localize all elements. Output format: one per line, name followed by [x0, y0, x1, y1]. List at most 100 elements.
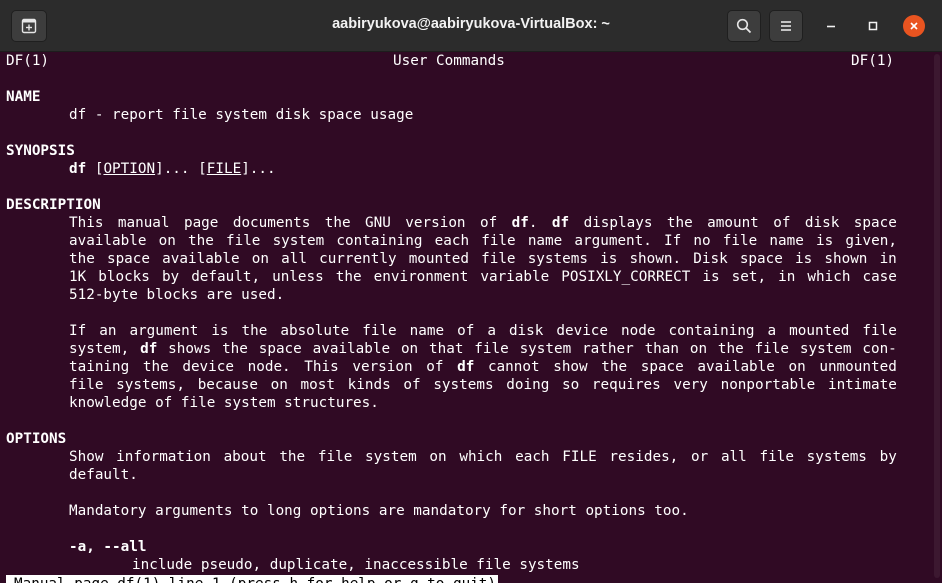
- word: resides,: [609, 449, 679, 465]
- word: or: [691, 449, 709, 465]
- close-button[interactable]: [903, 15, 925, 37]
- word: the: [666, 215, 693, 231]
- word: information: [116, 449, 211, 465]
- word: of: [457, 323, 475, 339]
- terminal-area[interactable]: DF(1) User Commands DF(1) NAME df - repo…: [0, 52, 942, 583]
- paragraph-line: taining the device node. This version of df cann…: [69, 358, 897, 376]
- word: Show: [69, 449, 104, 465]
- word: system,: [69, 341, 130, 357]
- word: node: [621, 323, 656, 339]
- word: version: [352, 359, 413, 375]
- word: argument.: [574, 233, 652, 249]
- scrollbar[interactable]: [934, 54, 940, 578]
- word: system: [272, 233, 325, 249]
- minimize-icon: [827, 25, 835, 28]
- paragraph-line: 512-byte blocks are used.: [69, 286, 284, 304]
- word: of: [403, 377, 421, 393]
- word: the: [335, 269, 362, 285]
- word: intimate: [827, 377, 897, 393]
- word: no: [693, 233, 711, 249]
- word: absolute: [280, 323, 350, 339]
- new-tab-button[interactable]: [11, 10, 47, 42]
- word: node.: [247, 359, 291, 375]
- word: name: [409, 323, 445, 339]
- word: shown.: [629, 251, 682, 267]
- word: If: [664, 233, 682, 249]
- word: than: [644, 341, 679, 357]
- word: is: [702, 269, 720, 285]
- word: of: [773, 215, 791, 231]
- word: very: [673, 377, 708, 393]
- word: default.: [69, 467, 138, 483]
- minimize-button[interactable]: [820, 15, 842, 37]
- header-center: User Commands: [393, 53, 505, 69]
- options-heading: OPTIONS: [6, 431, 67, 447]
- word: argument: [129, 323, 199, 339]
- scrollbar-thumb[interactable]: [934, 54, 940, 578]
- word: containing: [668, 323, 755, 339]
- word: systems: [433, 377, 494, 393]
- word: nonportable: [720, 377, 816, 393]
- word: about: [223, 449, 267, 465]
- word: file: [474, 341, 509, 357]
- word: This: [69, 215, 104, 231]
- synopsis-line: df [OPTION]... [FILE]...: [69, 160, 276, 178]
- paragraph-line: the space available on all currently mounted fi…: [69, 250, 897, 268]
- search-button[interactable]: [727, 10, 761, 42]
- word: documents: [232, 215, 311, 231]
- maximize-button[interactable]: [862, 15, 884, 37]
- word: df: [457, 359, 475, 375]
- word: the: [69, 251, 95, 267]
- word: the: [222, 341, 248, 357]
- word: on: [400, 341, 419, 357]
- word: case: [862, 269, 897, 285]
- word: in: [778, 269, 796, 285]
- menu-button[interactable]: [769, 10, 803, 42]
- word: kinds: [347, 377, 391, 393]
- word: on: [270, 377, 288, 393]
- search-icon: [736, 18, 752, 34]
- word: all: [281, 251, 307, 267]
- option-a-description: include pseudo, duplicate, inaccessible …: [132, 557, 580, 573]
- word: system: [519, 341, 572, 357]
- word: which: [459, 449, 503, 465]
- word: file: [481, 233, 516, 249]
- word: file: [862, 323, 897, 339]
- description-heading: DESCRIPTION: [6, 197, 101, 213]
- word: is: [815, 233, 834, 249]
- word: environment: [373, 269, 469, 285]
- word: show: [553, 359, 588, 375]
- word: because: [197, 377, 258, 393]
- new-tab-icon: [21, 18, 37, 34]
- word: systems: [527, 251, 588, 267]
- paragraph-line: Show information about the file system on which…: [69, 448, 897, 466]
- word: con-: [862, 341, 897, 357]
- word: each: [434, 233, 470, 249]
- word: containing: [336, 233, 423, 249]
- synopsis-bracket-open: [: [86, 161, 104, 177]
- options-paragraph-2: Mandatory arguments to long options are …: [69, 503, 689, 519]
- word: This: [304, 359, 339, 375]
- word: version: [405, 215, 466, 231]
- paragraph-line: file systems, because on most kinds of systems d…: [69, 376, 897, 394]
- word: file: [754, 341, 790, 357]
- word: system: [799, 341, 852, 357]
- synopsis-option: OPTION: [103, 161, 156, 177]
- word: available: [312, 341, 391, 357]
- word: taining: [69, 359, 130, 375]
- word: the: [188, 233, 214, 249]
- word: on: [689, 341, 708, 357]
- word: the: [601, 359, 628, 375]
- word: blocks: [98, 269, 150, 285]
- name-heading: NAME: [6, 89, 41, 105]
- word: unmounted: [819, 359, 897, 375]
- word: the: [324, 215, 351, 231]
- word: on: [788, 359, 806, 375]
- word: systems,: [116, 377, 185, 393]
- paragraph-line: This manual page documents the GNU version of df…: [69, 214, 897, 232]
- word: by: [879, 449, 897, 465]
- word: each: [515, 449, 550, 465]
- synopsis-bracket-mid: ]... [: [155, 161, 207, 177]
- word: of: [426, 359, 444, 375]
- word: disk: [804, 215, 840, 231]
